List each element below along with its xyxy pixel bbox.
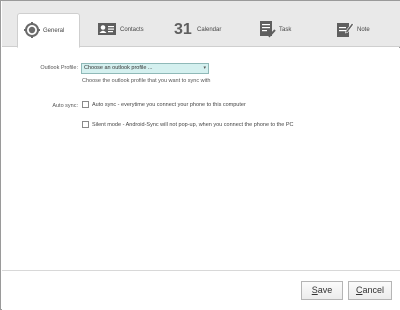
tab-calendar[interactable]: 31 Calendar bbox=[174, 13, 234, 47]
save-label-rest: ave bbox=[317, 285, 333, 295]
outlook-profile-hint: Choose the outlook profile that you want… bbox=[82, 78, 211, 84]
silent-mode-checkbox[interactable] bbox=[82, 121, 89, 128]
tab-note-label: Note bbox=[357, 27, 370, 33]
outlook-profile-label: Outlook Profile: bbox=[40, 65, 78, 71]
auto-sync-checkbox[interactable] bbox=[82, 101, 89, 108]
settings-window: × General bbox=[0, 0, 400, 310]
cancel-button[interactable]: Cancel bbox=[348, 281, 392, 300]
calendar-icon: 31 bbox=[174, 21, 194, 39]
tab-calendar-label: Calendar bbox=[197, 27, 222, 33]
auto-sync-option-label: Auto sync - everytime you connect your p… bbox=[92, 101, 246, 108]
contact-card-icon bbox=[97, 21, 117, 39]
dialog-footer: Save Cancel bbox=[2, 271, 400, 310]
note-pencil-icon bbox=[336, 20, 354, 40]
tab-general-label: General bbox=[43, 27, 65, 34]
silent-mode-option[interactable]: Silent mode - Android-Sync will not pop-… bbox=[82, 121, 293, 128]
chevron-down-icon[interactable]: ▾ bbox=[203, 64, 206, 73]
gear-icon bbox=[24, 21, 40, 40]
tab-note[interactable]: Note bbox=[336, 13, 386, 47]
tab-task-label: Task bbox=[279, 27, 292, 33]
task-checklist-icon bbox=[258, 20, 276, 40]
silent-mode-option-label: Silent mode - Android-Sync will not pop-… bbox=[92, 121, 294, 128]
save-button[interactable]: Save bbox=[301, 281, 343, 300]
tab-general[interactable]: General bbox=[17, 13, 80, 48]
auto-sync-label: Auto sync: bbox=[52, 103, 78, 109]
outlook-profile-select[interactable]: Choose an outlook profile ... ▾ bbox=[81, 63, 209, 74]
cancel-label-rest: ancel bbox=[362, 285, 384, 295]
outlook-profile-value: Choose an outlook profile ... bbox=[84, 65, 153, 71]
auto-sync-option[interactable]: Auto sync - everytime you connect your p… bbox=[82, 101, 246, 108]
tab-task[interactable]: Task bbox=[258, 13, 308, 47]
tab-bar: General Contacts 31 Calendar Task Note bbox=[2, 1, 400, 48]
tab-contacts-label: Contacts bbox=[120, 27, 144, 33]
calendar-icon-day: 31 bbox=[174, 21, 192, 38]
tab-contacts[interactable]: Contacts bbox=[97, 13, 157, 47]
general-panel: Outlook Profile: Choose an outlook profi… bbox=[2, 48, 400, 270]
